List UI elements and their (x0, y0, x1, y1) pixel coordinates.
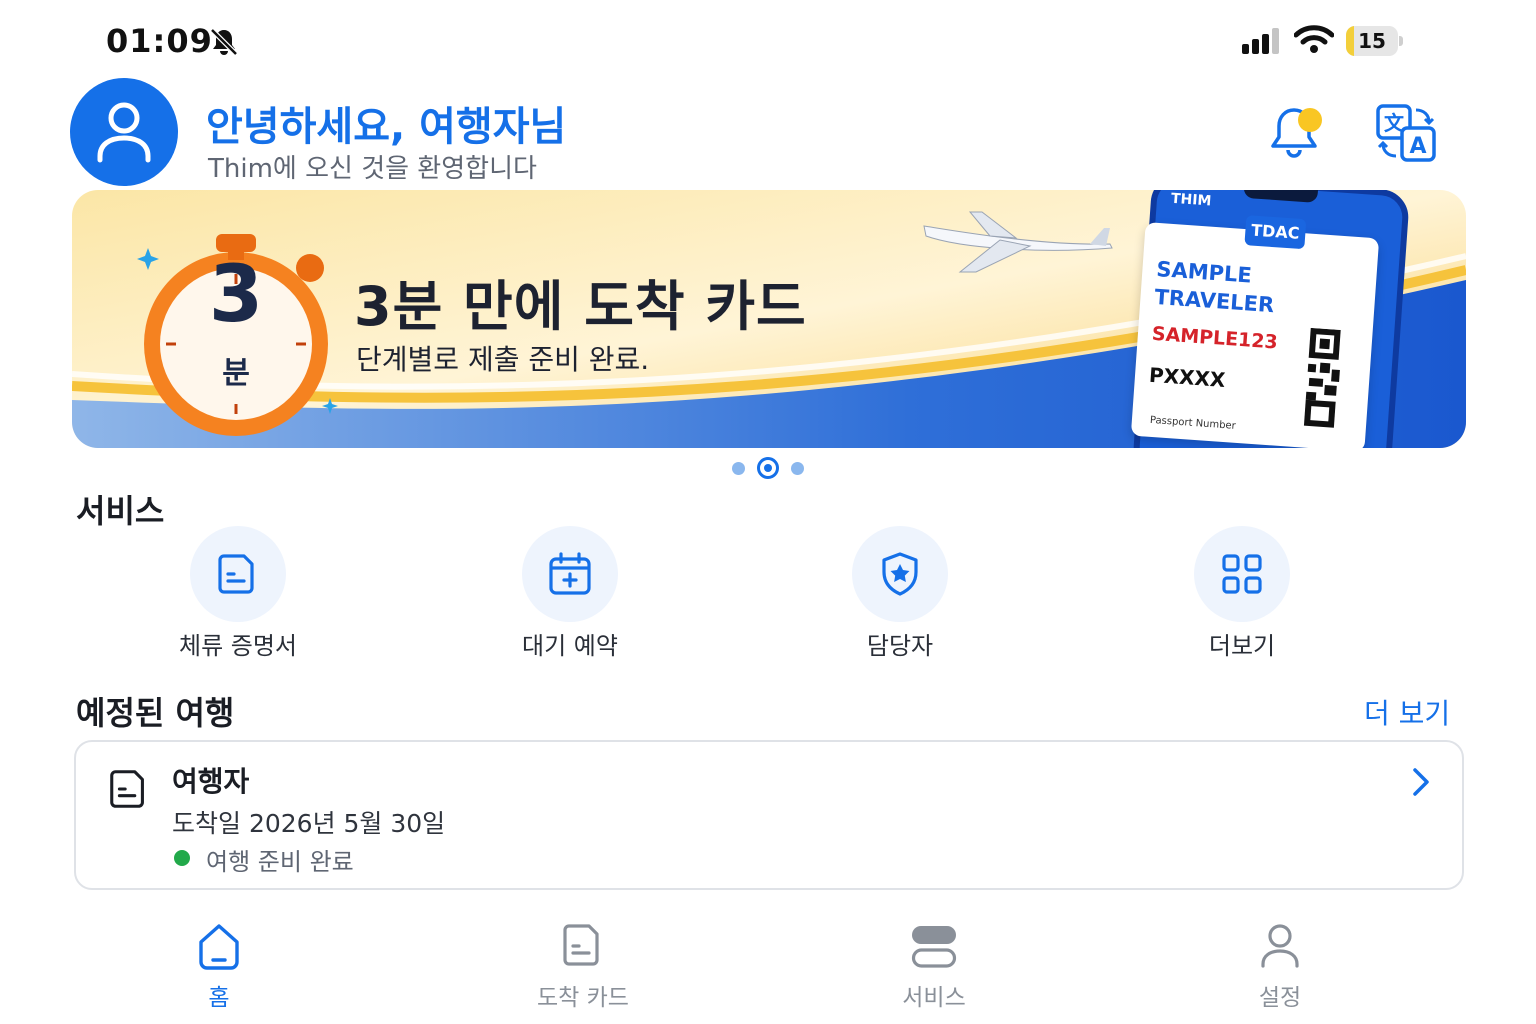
carousel-indicator (726, 456, 810, 480)
avatar[interactable] (70, 78, 178, 186)
svg-text:A: A (1409, 134, 1426, 159)
card-id: SAMPLE123 (1151, 322, 1279, 354)
notification-dot (1298, 108, 1322, 132)
timer-number: 3 (208, 250, 264, 340)
document-icon (563, 924, 599, 966)
bell-icon (1271, 108, 1322, 158)
service-label: 담당자 (866, 632, 934, 660)
calendar-plus-icon (549, 552, 591, 595)
service-stay-certificate[interactable]: 체류 증명서 (128, 526, 348, 666)
notification-button[interactable] (1264, 100, 1330, 166)
shield-star-icon (882, 552, 918, 596)
wifi-icon (1294, 25, 1334, 53)
grid-icon (1222, 554, 1262, 594)
service-label: 대기 예약 (522, 632, 618, 660)
service-label: 더보기 (1208, 632, 1276, 660)
service-agent[interactable]: 담당자 (790, 526, 1010, 666)
tab-services[interactable]: 서비스 (854, 916, 1014, 1016)
status-time: 01:09 (106, 22, 213, 60)
battery-level: 15 (1358, 29, 1386, 53)
service-wait-reservation[interactable]: 대기 예약 (460, 526, 680, 666)
carousel-dot[interactable] (732, 462, 745, 475)
carousel-dot-active[interactable] (757, 457, 779, 479)
greeting-title: 안녕하세요, 여행자님 (206, 104, 567, 150)
home-icon (199, 924, 239, 970)
greeting-subtitle: Thim에 오신 것을 환영합니다 (208, 154, 537, 184)
tab-arrival-card[interactable]: 도착 카드 (503, 916, 663, 1016)
service-more[interactable]: 더보기 (1132, 526, 1352, 666)
tab-home[interactable]: 홈 (139, 916, 299, 1016)
banner-title: 3분 만에 도착 카드 (354, 275, 807, 338)
timer-unit: 분 (222, 356, 250, 391)
card-traveler-name: SAMPLE TRAVELER (1153, 256, 1275, 318)
trip-card[interactable]: 여행자 도착일 2026년 5월 30일 여행 준비 완료 (74, 740, 1464, 890)
person-icon (97, 102, 151, 163)
tab-settings[interactable]: 설정 (1200, 916, 1360, 1016)
card-passport-label: Passport Number (1149, 414, 1237, 432)
tab-label: 설정 (1258, 985, 1302, 1011)
cellular-signal-icon (1242, 28, 1279, 54)
carousel-dot[interactable] (791, 462, 804, 475)
services-icon (911, 926, 957, 968)
qr-code-icon (1303, 327, 1341, 428)
translate-icon: 文 A (1376, 104, 1436, 162)
chevron-right-icon[interactable] (1406, 764, 1436, 800)
status-dot (174, 850, 190, 866)
card-passport: PXXXX (1148, 362, 1227, 393)
phone-app-name: THIM (1170, 190, 1212, 210)
person-icon (1261, 924, 1299, 968)
trip-date: 도착일 2026년 5월 30일 (172, 809, 446, 838)
airplane-icon (923, 211, 1113, 273)
trip-name: 여행자 (172, 765, 250, 798)
translate-button[interactable]: 文 A (1374, 100, 1440, 166)
card-tab: TDAC (1244, 215, 1307, 250)
document-icon (218, 554, 254, 594)
arrival-card-illustration: TDAC SAMPLE TRAVELER SAMPLE123 PXXXX Pas… (1130, 215, 1380, 448)
battery-indicator: 15 (1346, 26, 1404, 56)
document-icon (110, 770, 144, 808)
trip-status: 여행 준비 완료 (206, 848, 354, 876)
tab-label: 서비스 (902, 985, 966, 1011)
trips-more-link[interactable]: 더 보기 (1364, 692, 1450, 732)
banner-subtitle: 단계별로 제출 준비 완료. (356, 343, 650, 376)
bell-off-icon (210, 28, 238, 56)
status-bar: 01:09 15 (0, 0, 1536, 80)
service-label: 체류 증명서 (178, 632, 298, 660)
promo-banner[interactable]: 3 분 3분 만에 도착 카드 단계별로 제출 준비 완료. THIM TDAC… (72, 190, 1466, 448)
tab-label: 홈 (208, 985, 230, 1011)
tab-label: 도착 카드 (537, 985, 629, 1011)
trips-title: 예정된 여행 (76, 694, 235, 732)
